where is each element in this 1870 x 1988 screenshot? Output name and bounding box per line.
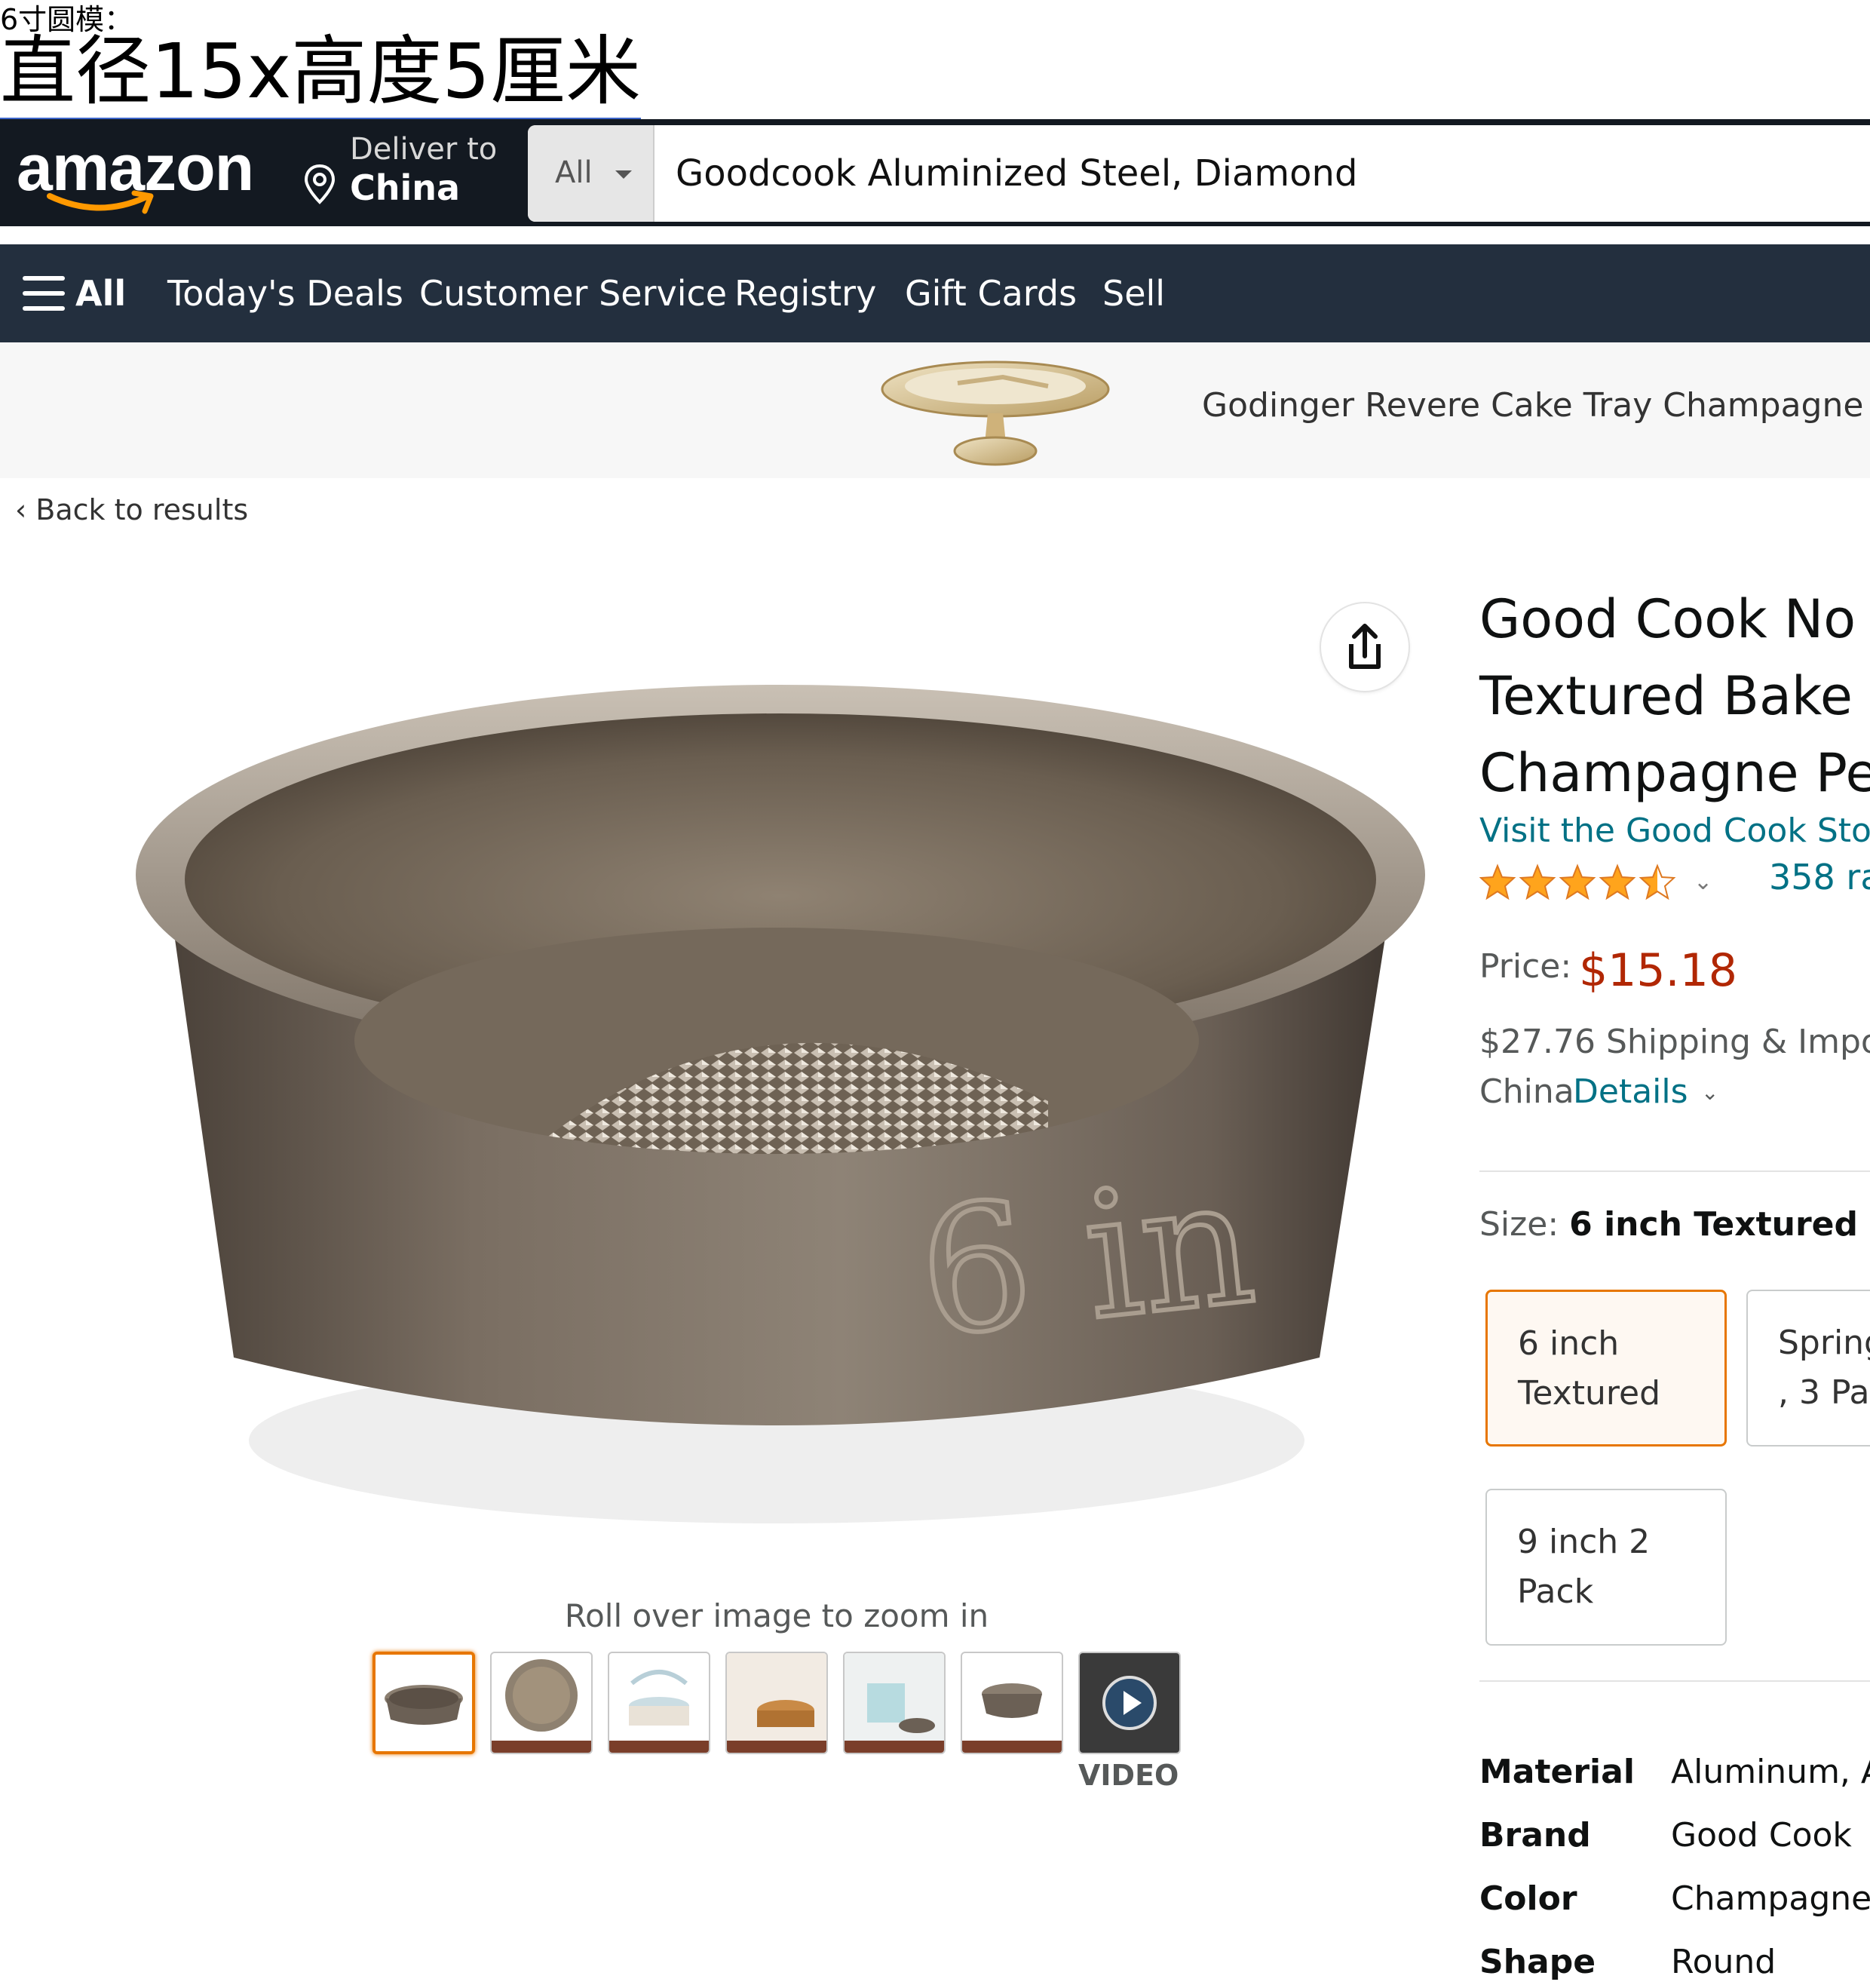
thumbnail-3[interactable] bbox=[608, 1652, 710, 1754]
spec-value-brand: Good Cook bbox=[1671, 1816, 1852, 1855]
cake-thumb-image bbox=[609, 1670, 709, 1753]
video-play-icon bbox=[1080, 1653, 1179, 1753]
size-option-label: 9 inch 2 Pack bbox=[1517, 1523, 1651, 1611]
divider bbox=[1479, 1170, 1870, 1172]
ratings-count-link[interactable]: 358 ra bbox=[1769, 857, 1870, 897]
baked-cake-thumb-image bbox=[727, 1653, 826, 1753]
spec-value-color: Champagne bbox=[1671, 1879, 1870, 1918]
search-category-label: All bbox=[555, 155, 593, 190]
size-option-9-inch-2-pack[interactable]: 9 inch 2 Pack bbox=[1485, 1489, 1727, 1646]
cake-tray-image bbox=[881, 360, 1110, 466]
chevron-down-icon[interactable]: ⌄ bbox=[1694, 869, 1712, 895]
nav-item-todays-deals[interactable]: Today's Deals bbox=[167, 273, 403, 314]
thumbnail-1[interactable] bbox=[372, 1652, 475, 1754]
spec-key-shape: Shape bbox=[1479, 1943, 1596, 1981]
pan-side-thumb-image bbox=[962, 1683, 1062, 1753]
product-title-line-1: Good Cook No bbox=[1479, 588, 1856, 650]
search-category-dropdown[interactable]: All bbox=[528, 125, 654, 222]
product-main-image[interactable]: 6 in bbox=[113, 649, 1440, 1523]
shipping-details-link[interactable]: Details bbox=[1573, 1072, 1688, 1111]
product-title: Good Cook No Textured Bake Champagne Pe bbox=[1479, 581, 1870, 811]
hamburger-menu-icon[interactable] bbox=[23, 276, 65, 311]
size-label: Size: 6 inch Textured bbox=[1479, 1205, 1858, 1244]
size-option-6-inch-textured[interactable]: 6 inch Textured bbox=[1485, 1290, 1727, 1447]
caret-down-icon bbox=[615, 170, 632, 179]
spec-value-shape: Round bbox=[1671, 1943, 1776, 1981]
nav-item-gift-cards[interactable]: Gift Cards bbox=[905, 273, 1077, 314]
thumbnail-2[interactable] bbox=[490, 1652, 593, 1754]
divider bbox=[1479, 1680, 1870, 1682]
sponsored-promo-bar[interactable]: Godinger Revere Cake Tray Champagne Gol bbox=[0, 342, 1870, 478]
price-value: $15.18 bbox=[1579, 944, 1737, 997]
nav-item-customer-service[interactable]: Customer Service bbox=[419, 273, 727, 314]
size-option-springform[interactable]: Spring , 3 Pac bbox=[1746, 1290, 1870, 1447]
spec-key-brand: Brand bbox=[1479, 1816, 1591, 1855]
back-to-results-link[interactable]: ‹ Back to results bbox=[15, 493, 248, 526]
shipping-text: $27.76 Shipping & Impor bbox=[1479, 1023, 1870, 1061]
layer-cake-thumb-image bbox=[845, 1653, 944, 1753]
thumbnail-4[interactable] bbox=[725, 1652, 828, 1754]
deliver-to-label[interactable]: Deliver to bbox=[350, 131, 497, 167]
nav-bar: All Today's Deals Customer Service Regis… bbox=[0, 244, 1870, 342]
zoom-hint-text: Roll over image to zoom in bbox=[564, 1597, 989, 1634]
video-label[interactable]: VIDEO bbox=[1078, 1759, 1179, 1792]
nav-all-menu[interactable]: All bbox=[75, 273, 126, 314]
search-input[interactable] bbox=[676, 125, 1807, 222]
pan-top-thumb-image bbox=[492, 1659, 591, 1753]
size-option-label: Spring , 3 Pac bbox=[1778, 1324, 1870, 1412]
shipping-country: China bbox=[1479, 1072, 1574, 1111]
nav-item-sell[interactable]: Sell bbox=[1102, 273, 1165, 314]
embossed-size-text: 6 in bbox=[911, 1141, 1263, 1376]
size-selected-value: 6 inch Textured bbox=[1569, 1205, 1858, 1244]
amazon-header: amazon Deliver to China All bbox=[0, 119, 1870, 226]
price-label: Price: bbox=[1479, 947, 1572, 986]
thumbnail-video[interactable] bbox=[1078, 1652, 1181, 1754]
product-title-line-3: Champagne Pe bbox=[1479, 742, 1870, 804]
thumbnail-6[interactable] bbox=[961, 1652, 1063, 1754]
spec-key-color: Color bbox=[1479, 1879, 1577, 1918]
deliver-to-country[interactable]: China bbox=[350, 167, 460, 208]
spec-key-material: Material bbox=[1479, 1753, 1635, 1791]
visit-store-link[interactable]: Visit the Good Cook Store bbox=[1479, 811, 1870, 850]
rating-stars-icon[interactable] bbox=[1479, 860, 1683, 905]
thumbnail-5[interactable] bbox=[843, 1652, 946, 1754]
size-label-text: Size: bbox=[1479, 1205, 1570, 1244]
annotation-dimensions-text: 直径15x高度5厘米 bbox=[0, 27, 642, 115]
search-bar: All bbox=[528, 125, 1870, 222]
product-title-line-2: Textured Bake bbox=[1479, 665, 1853, 727]
amazon-smile-icon bbox=[47, 190, 154, 214]
size-option-label: 6 inch Textured bbox=[1518, 1324, 1660, 1413]
nav-item-registry[interactable]: Registry bbox=[734, 273, 876, 314]
details-chevron-down-icon[interactable]: ⌄ bbox=[1701, 1080, 1718, 1105]
location-pin-icon bbox=[304, 164, 336, 204]
spec-value-material: Aluminum, A bbox=[1671, 1753, 1870, 1791]
promo-product-title[interactable]: Godinger Revere Cake Tray Champagne Gol bbox=[1202, 386, 1870, 425]
pan-thumb-image bbox=[385, 1685, 463, 1725]
